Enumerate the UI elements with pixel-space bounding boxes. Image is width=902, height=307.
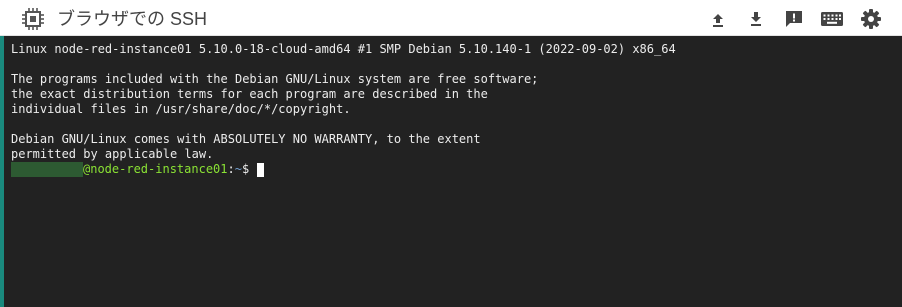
feedback-icon	[786, 11, 802, 27]
chip-icon	[22, 8, 44, 30]
upload-file-button[interactable]	[706, 7, 730, 31]
send-feedback-button[interactable]	[782, 7, 806, 31]
terminal-line: Linux node-red-instance01 5.10.0-18-clou…	[11, 42, 676, 56]
terminal-line: individual files in /usr/share/doc/*/cop…	[11, 102, 351, 116]
download-icon	[751, 12, 761, 26]
settings-button[interactable]	[859, 7, 883, 31]
upload-icon	[713, 14, 723, 27]
ssh-header-bar: ブラウザでの SSH	[0, 0, 902, 36]
terminal-output[interactable]: Linux node-red-instance01 5.10.0-18-clou…	[4, 36, 902, 307]
gear-icon	[861, 9, 881, 29]
keyboard-button[interactable]	[819, 7, 845, 31]
shell-prompt: @node-red-instance01:~$	[11, 162, 902, 177]
download-file-button[interactable]	[744, 7, 768, 31]
terminal-line: The programs included with the Debian GN…	[11, 72, 539, 86]
terminal-line: the exact distribution terms for each pr…	[11, 87, 488, 101]
prompt-path: ~	[234, 162, 242, 176]
terminal-cursor[interactable]	[257, 163, 265, 177]
window-title: ブラウザでの SSH	[57, 9, 208, 29]
terminal-line: permitted by applicable law.	[11, 147, 214, 161]
prompt-host: @node-red-instance01	[83, 162, 228, 176]
terminal-line: Debian GNU/Linux comes with ABSOLUTELY N…	[11, 132, 481, 146]
redacted-username	[11, 162, 83, 177]
prompt-symbol: $	[241, 162, 250, 176]
prompt-separator: :	[227, 162, 235, 176]
keyboard-icon	[821, 12, 843, 26]
